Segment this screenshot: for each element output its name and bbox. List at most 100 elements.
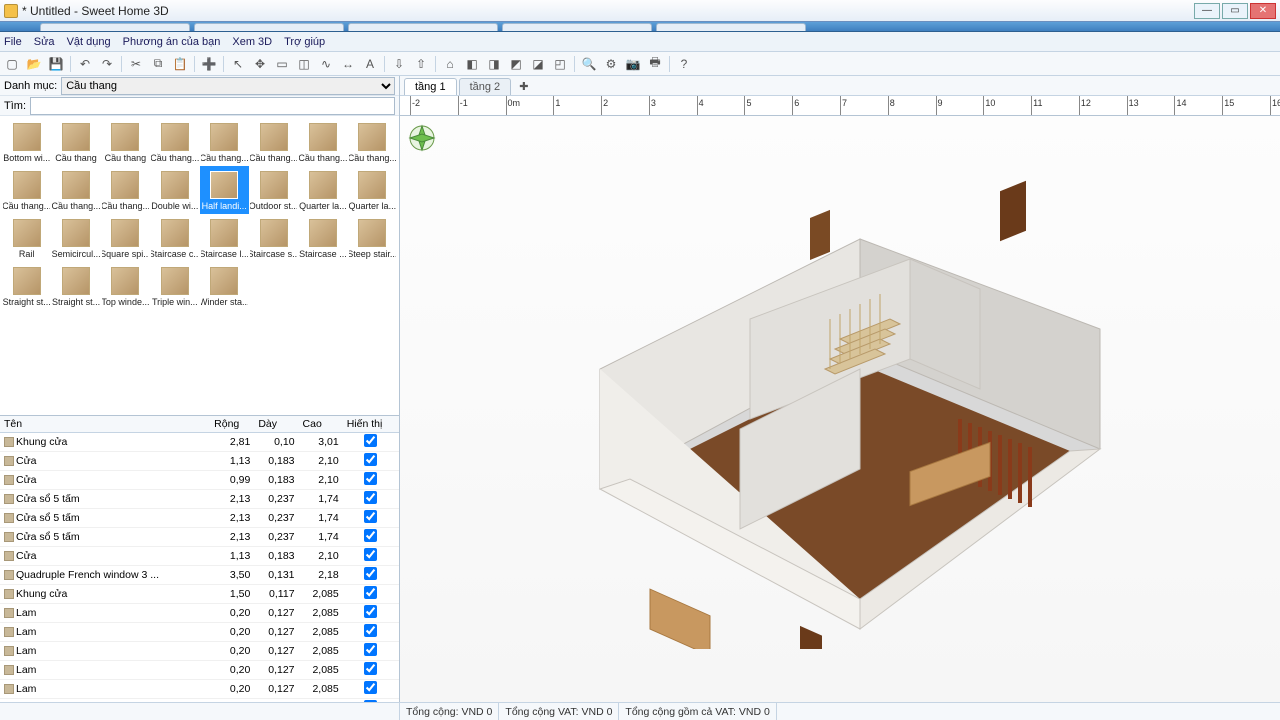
visible-checkbox[interactable] — [364, 567, 377, 580]
t2-button[interactable]: ◧ — [462, 54, 482, 74]
catalog-item[interactable]: Cầu thang... — [150, 118, 199, 166]
table-row[interactable]: Cửa1,130,1832,10 — [0, 547, 399, 566]
plan-tab[interactable]: tầng 1 — [404, 78, 457, 95]
compass-icon[interactable] — [408, 124, 436, 152]
catalog-item[interactable]: Half landi... — [200, 166, 249, 214]
visible-checkbox[interactable] — [364, 586, 377, 599]
help-button[interactable]: ? — [674, 54, 694, 74]
table-row[interactable]: Cửa1,130,1832,10 — [0, 452, 399, 471]
table-row[interactable]: Lam0,200,1272,085 — [0, 604, 399, 623]
table-row[interactable]: Lam0,200,1272,085 — [0, 623, 399, 642]
catalog-item[interactable]: Straight st... — [2, 262, 51, 310]
visible-checkbox[interactable] — [364, 662, 377, 675]
plan-tab[interactable]: tầng 2 — [459, 78, 512, 95]
minimize-button[interactable]: — — [1194, 3, 1220, 19]
catalog-item[interactable]: Cầu thang... — [298, 118, 347, 166]
t5-button[interactable]: ◪ — [528, 54, 548, 74]
col-visible[interactable]: Hiến thị — [343, 416, 399, 433]
catalog-item[interactable]: Cầu thang... — [249, 118, 298, 166]
wall-button[interactable]: ▭ — [272, 54, 292, 74]
catalog-item[interactable]: Staircase s... — [249, 214, 298, 262]
catalog-item[interactable]: Quarter la... — [298, 166, 347, 214]
export-button[interactable]: ⇧ — [411, 54, 431, 74]
add-level-button[interactable]: ✚ — [513, 78, 534, 95]
t4-button[interactable]: ◩ — [506, 54, 526, 74]
visible-checkbox[interactable] — [364, 624, 377, 637]
catalog-item[interactable]: Top winde... — [101, 262, 150, 310]
visible-checkbox[interactable] — [364, 548, 377, 561]
table-row[interactable]: Lam0,200,1272,085 — [0, 699, 399, 703]
table-row[interactable]: Khung cửa2,810,103,01 — [0, 433, 399, 452]
redo-button[interactable]: ↷ — [97, 54, 117, 74]
catalog-item[interactable]: Cầu thang... — [101, 166, 150, 214]
catalog-item[interactable]: Staircase l... — [200, 214, 249, 262]
table-row[interactable]: Lam0,200,1272,085 — [0, 642, 399, 661]
import-button[interactable]: ⇩ — [389, 54, 409, 74]
visible-checkbox[interactable] — [364, 434, 377, 447]
search-input[interactable] — [30, 97, 395, 115]
col-depth[interactable]: Dày — [254, 416, 298, 433]
menu-xem 3d[interactable]: Xem 3D — [232, 36, 272, 48]
visible-checkbox[interactable] — [364, 510, 377, 523]
visible-checkbox[interactable] — [364, 453, 377, 466]
menu-phương án của bạn[interactable]: Phương án của bạn — [123, 36, 221, 48]
t1-button[interactable]: ⌂ — [440, 54, 460, 74]
table-row[interactable]: Cửa sổ 5 tấm2,130,2371,74 — [0, 528, 399, 547]
cfg-button[interactable]: ⚙ — [601, 54, 621, 74]
undo-button[interactable]: ↶ — [75, 54, 95, 74]
catalog-item[interactable]: Cầu thang — [101, 118, 150, 166]
room-button[interactable]: ◫ — [294, 54, 314, 74]
catalog-item[interactable]: Steep stair... — [348, 214, 397, 262]
browser-tab[interactable] — [502, 23, 652, 31]
menu-sửa[interactable]: Sửa — [34, 36, 55, 48]
visible-checkbox[interactable] — [364, 700, 377, 702]
table-row[interactable]: Cửa0,990,1832,10 — [0, 471, 399, 490]
table-row[interactable]: Cửa sổ 5 tấm2,130,2371,74 — [0, 490, 399, 509]
furniture-table[interactable]: Tên Rộng Dày Cao Hiến thị Khung cửa2,810… — [0, 416, 399, 702]
photo-button[interactable]: 📷 — [623, 54, 643, 74]
catalog-item[interactable]: Cầu thang... — [200, 118, 249, 166]
visible-checkbox[interactable] — [364, 491, 377, 504]
save-button[interactable]: 💾 — [46, 54, 66, 74]
curve-button[interactable]: ∿ — [316, 54, 336, 74]
catalog-item[interactable]: Square spi... — [101, 214, 150, 262]
catalog-item[interactable]: Bottom wi... — [2, 118, 51, 166]
catalog-item[interactable]: Quarter la... — [348, 166, 397, 214]
pan-button[interactable]: ✥ — [250, 54, 270, 74]
catalog-item[interactable]: Cầu thang... — [2, 166, 51, 214]
visible-checkbox[interactable] — [364, 681, 377, 694]
browser-tab[interactable] — [40, 23, 190, 31]
category-select[interactable]: Cầu thang — [61, 77, 395, 95]
zoom-button[interactable]: 🔍 — [579, 54, 599, 74]
catalog-panel[interactable]: Bottom wi...Cầu thangCầu thangCầu thang.… — [0, 116, 399, 416]
catalog-item[interactable]: Triple win... — [150, 262, 199, 310]
table-row[interactable]: Khung cửa1,500,1172,085 — [0, 585, 399, 604]
print-button[interactable]: 🖶 — [645, 54, 665, 74]
visible-checkbox[interactable] — [364, 643, 377, 656]
visible-checkbox[interactable] — [364, 529, 377, 542]
col-name[interactable]: Tên — [0, 416, 210, 433]
browser-tab[interactable] — [656, 23, 806, 31]
dim-button[interactable]: ↔ — [338, 54, 358, 74]
visible-checkbox[interactable] — [364, 605, 377, 618]
table-row[interactable]: Cửa sổ 5 tấm2,130,2371,74 — [0, 509, 399, 528]
new-button[interactable]: ▢ — [2, 54, 22, 74]
catalog-item[interactable]: Outdoor st... — [249, 166, 298, 214]
t6-button[interactable]: ◰ — [550, 54, 570, 74]
table-row[interactable]: Lam0,200,1272,085 — [0, 680, 399, 699]
table-row[interactable]: Quadruple French window 3 ...3,500,1312,… — [0, 566, 399, 585]
cut-button[interactable]: ✂ — [126, 54, 146, 74]
catalog-item[interactable]: Cầu thang... — [348, 118, 397, 166]
menu-file[interactable]: File — [4, 36, 22, 48]
copy-button[interactable]: ⧉ — [148, 54, 168, 74]
t3-button[interactable]: ◨ — [484, 54, 504, 74]
visible-checkbox[interactable] — [364, 472, 377, 485]
col-width[interactable]: Rộng — [210, 416, 254, 433]
select-button[interactable]: ↖ — [228, 54, 248, 74]
catalog-item[interactable]: Winder sta... — [200, 262, 249, 310]
table-row[interactable]: Lam0,200,1272,085 — [0, 661, 399, 680]
maximize-button[interactable]: ▭ — [1222, 3, 1248, 19]
catalog-item[interactable]: Straight st... — [51, 262, 100, 310]
catalog-item[interactable]: Staircase ... — [298, 214, 347, 262]
catalog-item[interactable]: Semicircul... — [51, 214, 100, 262]
